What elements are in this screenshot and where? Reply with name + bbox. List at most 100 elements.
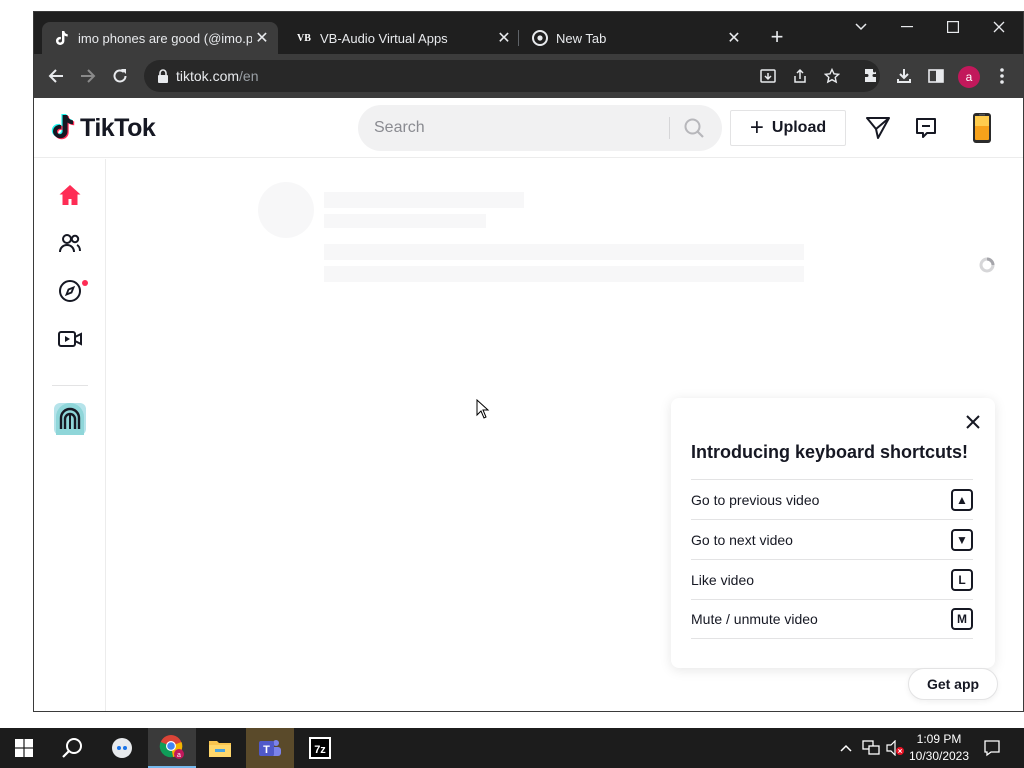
svg-text:7z: 7z — [314, 744, 326, 756]
sidebar — [34, 159, 106, 711]
folder-icon — [209, 741, 231, 757]
browser-window: imo phones are good (@imo.ph ✕ VB VB-Aud… — [33, 11, 1024, 712]
messages-send-icon[interactable] — [864, 114, 892, 142]
share-icon[interactable] — [788, 64, 812, 88]
lock-icon[interactable] — [156, 68, 170, 84]
get-app-button[interactable]: Get app — [908, 668, 998, 700]
address-bar[interactable]: tiktok.com/en — [144, 60, 880, 92]
plus-icon: + — [749, 114, 764, 141]
upload-button[interactable]: + Upload — [730, 110, 846, 146]
profile-avatar[interactable]: a — [958, 66, 980, 88]
search-icon[interactable] — [683, 117, 705, 139]
back-button[interactable] — [44, 64, 68, 88]
home-icon — [59, 185, 81, 205]
tab-vb-audio[interactable]: VB VB-Audio Virtual Apps ✕ — [284, 22, 520, 54]
sidebar-item-following[interactable] — [56, 229, 84, 257]
url-path: /en — [239, 68, 259, 84]
close-tab-icon[interactable]: ✕ — [724, 28, 744, 48]
tiktok-logo[interactable]: TikTok — [50, 112, 156, 144]
menu-kebab-icon[interactable] — [990, 64, 1014, 88]
tab-title: New Tab — [556, 30, 607, 46]
skeleton-line — [324, 244, 804, 260]
taskbar-7zip[interactable]: 7z — [296, 728, 344, 768]
taskbar: a T 7z 1:09 PM 10/30/2023 — [0, 728, 1024, 768]
key-m-icon: M — [951, 608, 973, 630]
desktop: imo phones are good (@imo.ph ✕ VB VB-Aud… — [0, 0, 1024, 728]
tiktok-page: TikTok + Upload — [34, 98, 1023, 711]
tiktok-favicon-icon — [54, 30, 70, 46]
7zip-icon: 7z — [309, 737, 331, 759]
vb-audio-favicon-icon: VB — [297, 32, 311, 44]
search-icon — [62, 738, 82, 758]
action-center-icon[interactable] — [978, 728, 1006, 768]
start-button[interactable] — [0, 728, 48, 768]
tab-strip: imo phones are good (@imo.ph ✕ VB VB-Aud… — [34, 12, 1023, 54]
search-bar — [358, 105, 722, 151]
forward-button[interactable] — [76, 64, 100, 88]
sidebar-item-live[interactable] — [56, 325, 84, 353]
search-input[interactable] — [374, 105, 664, 151]
shortcut-row: Like video L — [691, 559, 973, 599]
shortcut-row: Go to previous video ▲ — [691, 479, 973, 519]
tab-title: imo phones are good (@imo.ph — [78, 30, 252, 46]
tab-new-tab[interactable]: New Tab ✕ — [520, 22, 750, 54]
close-tab-icon[interactable]: ✕ — [252, 28, 272, 48]
taskbar-file-explorer[interactable] — [196, 728, 244, 768]
bookmark-star-icon[interactable] — [820, 64, 844, 88]
tab-tiktok[interactable]: imo phones are good (@imo.ph ✕ — [42, 22, 278, 54]
downloads-icon[interactable] — [892, 64, 916, 88]
close-panel-button[interactable] — [963, 412, 983, 432]
taskbar-chrome[interactable]: a — [148, 728, 196, 768]
close-tab-icon[interactable]: ✕ — [494, 28, 514, 48]
taskbar-search-button[interactable] — [48, 728, 96, 768]
minimize-button[interactable] — [884, 12, 930, 42]
skeleton-line — [324, 214, 486, 228]
chrome-icon — [532, 30, 548, 46]
sidebar-item-account[interactable] — [54, 403, 86, 435]
profile-avatar-icon[interactable] — [968, 112, 996, 144]
tab-separator — [518, 30, 519, 46]
show-hidden-icons-chevron-icon[interactable] — [836, 728, 856, 768]
key-l-icon: L — [951, 568, 973, 591]
extensions-icon[interactable] — [860, 64, 884, 88]
taskbar-app-remote[interactable] — [98, 728, 146, 768]
tiktok-header: TikTok + Upload — [34, 98, 1023, 158]
url-text: tiktok.com/en — [176, 68, 258, 84]
url-host: tiktok.com — [176, 68, 240, 84]
sidebar-item-explore[interactable] — [56, 277, 84, 305]
svg-text:T: T — [263, 744, 270, 756]
taskbar-teams[interactable]: T — [246, 728, 294, 768]
close-window-button[interactable] — [976, 12, 1022, 42]
teams-icon: T — [259, 740, 281, 756]
browser-toolbar: tiktok.com/en a — [34, 54, 1023, 98]
panel-title: Introducing keyboard shortcuts! — [691, 442, 969, 462]
maximize-button[interactable] — [930, 12, 976, 42]
reload-button[interactable] — [108, 64, 132, 88]
search-divider — [669, 117, 670, 139]
mouse-cursor-icon — [476, 399, 490, 419]
loading-spinner-icon — [979, 257, 995, 273]
remote-app-icon — [112, 738, 132, 758]
skeleton-line — [324, 192, 524, 208]
shortcut-row: Go to next video ▼ — [691, 519, 973, 559]
shortcut-row: Mute / unmute video M — [691, 599, 973, 639]
chrome-icon: a — [159, 735, 184, 759]
side-panel-icon[interactable] — [924, 64, 948, 88]
live-video-icon — [58, 331, 82, 347]
inbox-icon[interactable] — [912, 114, 940, 142]
shortcut-label: Go to next video — [691, 531, 793, 548]
key-down-icon: ▼ — [951, 528, 973, 551]
install-app-icon[interactable] — [756, 64, 780, 88]
shortcut-label: Mute / unmute video — [691, 611, 818, 627]
shortcut-label: Go to previous video — [691, 491, 820, 508]
tab-title: VB-Audio Virtual Apps — [320, 30, 448, 46]
tiktok-note-icon — [51, 114, 75, 140]
system-clock[interactable]: 1:09 PM 10/30/2023 — [902, 731, 976, 765]
skeleton-avatar — [258, 182, 314, 238]
tab-search-chevron-icon[interactable] — [838, 12, 884, 42]
new-tab-button[interactable]: + — [765, 26, 789, 50]
following-icon — [59, 234, 81, 253]
network-icon[interactable] — [860, 728, 882, 768]
sidebar-item-home[interactable] — [56, 181, 84, 209]
tiktok-logo-text: TikTok — [80, 113, 156, 142]
